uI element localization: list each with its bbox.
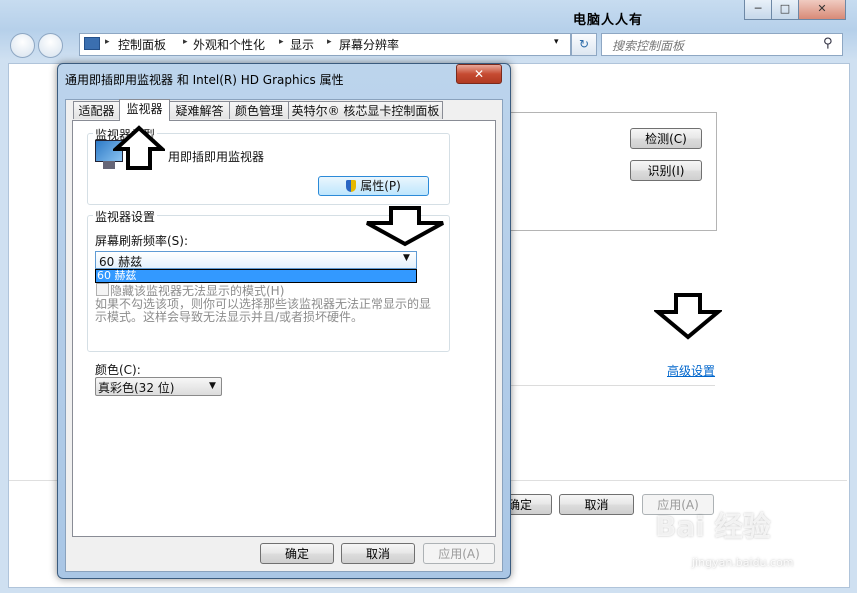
search-icon[interactable]: ⚲ (823, 36, 833, 51)
breadcrumb-screen-resolution[interactable]: 屏幕分辨率 (339, 36, 399, 53)
detect-button[interactable]: 检测(C) (630, 128, 702, 149)
breadcrumb-separator: ▸ (105, 37, 110, 47)
baidu-watermark-url: jingyan.baidu.com (692, 556, 794, 569)
properties-button-label: 属性(P) (360, 179, 401, 193)
chevron-down-icon[interactable]: ▾ (554, 37, 559, 47)
breadcrumb-appearance[interactable]: 外观和个性化 (193, 36, 265, 53)
chevron-down-icon[interactable]: ▼ (403, 253, 410, 263)
chevron-down-icon[interactable]: ▼ (209, 381, 216, 391)
monitor-settings-label: 监视器设置 (93, 208, 158, 225)
shield-icon (346, 180, 357, 192)
refresh-rate-dropdown-list (95, 269, 417, 283)
breadcrumb-separator: ▸ (327, 37, 332, 47)
dialog-title: 通用即插即用监视器 和 Intel(R) HD Graphics 属性 (65, 73, 344, 87)
tab-troubleshoot[interactable]: 疑难解答 (169, 101, 230, 119)
forward-button[interactable] (38, 33, 63, 58)
annotation-up-arrow-icon (113, 125, 165, 171)
tab-adapter[interactable]: 适配器 (73, 101, 120, 119)
tab-intel-graphics[interactable]: 英特尔® 核芯显卡控制面板 (288, 101, 443, 119)
colors-value: 真彩色(32 位) (98, 381, 175, 395)
breadcrumb-separator: ▸ (279, 37, 284, 47)
search-placeholder: 搜索控制面板 (612, 39, 685, 53)
dialog-ok-button[interactable]: 确定 (260, 543, 334, 564)
divider (500, 385, 715, 386)
identify-button[interactable]: 识别(I) (630, 160, 702, 181)
control-panel-icon (84, 37, 100, 50)
breadcrumb-display[interactable]: 显示 (290, 36, 314, 53)
back-button[interactable] (10, 33, 35, 58)
baidu-watermark: Bai 经验 (655, 510, 771, 543)
annotation-down-arrow-icon (363, 205, 447, 247)
advanced-settings-link[interactable]: 高级设置 (667, 362, 715, 379)
refresh-rate-option[interactable]: 60 赫兹 (97, 269, 137, 282)
properties-button[interactable]: 属性(P) (318, 176, 429, 196)
maximize-button[interactable]: □ (771, 0, 799, 20)
monitor-name: 用即插即用监视器 (168, 150, 265, 164)
refresh-rate-select[interactable] (95, 251, 417, 269)
cancel-button[interactable]: 取消 (559, 494, 634, 515)
hide-modes-checkbox[interactable] (96, 283, 109, 296)
title-overlay-text: 电脑人人有 (573, 13, 644, 28)
refresh-button[interactable]: ↻ (571, 33, 597, 56)
breadcrumb-control-panel[interactable]: 控制面板 (118, 36, 166, 53)
colors-label: 颜色(C): (95, 363, 141, 377)
window-close-button[interactable]: ✕ (798, 0, 846, 20)
tab-color-management[interactable]: 颜色管理 (229, 101, 289, 119)
dialog-close-button[interactable]: ✕ (456, 64, 502, 84)
breadcrumb-separator: ▸ (183, 37, 188, 47)
minimize-button[interactable]: ─ (744, 0, 772, 20)
tab-monitor[interactable]: 监视器 (119, 99, 170, 121)
dialog-apply-button[interactable]: 应用(A) (423, 543, 495, 564)
refresh-rate-label: 屏幕刷新频率(S): (95, 234, 189, 248)
dialog-cancel-button[interactable]: 取消 (341, 543, 415, 564)
hide-modes-description: 如果不勾选该项，则你可以选择那些该监视器无法正常显示的显示模式。这样会导致无法显… (95, 297, 432, 324)
refresh-rate-value: 60 赫兹 (99, 255, 143, 269)
annotation-down-arrow-icon (654, 292, 722, 340)
